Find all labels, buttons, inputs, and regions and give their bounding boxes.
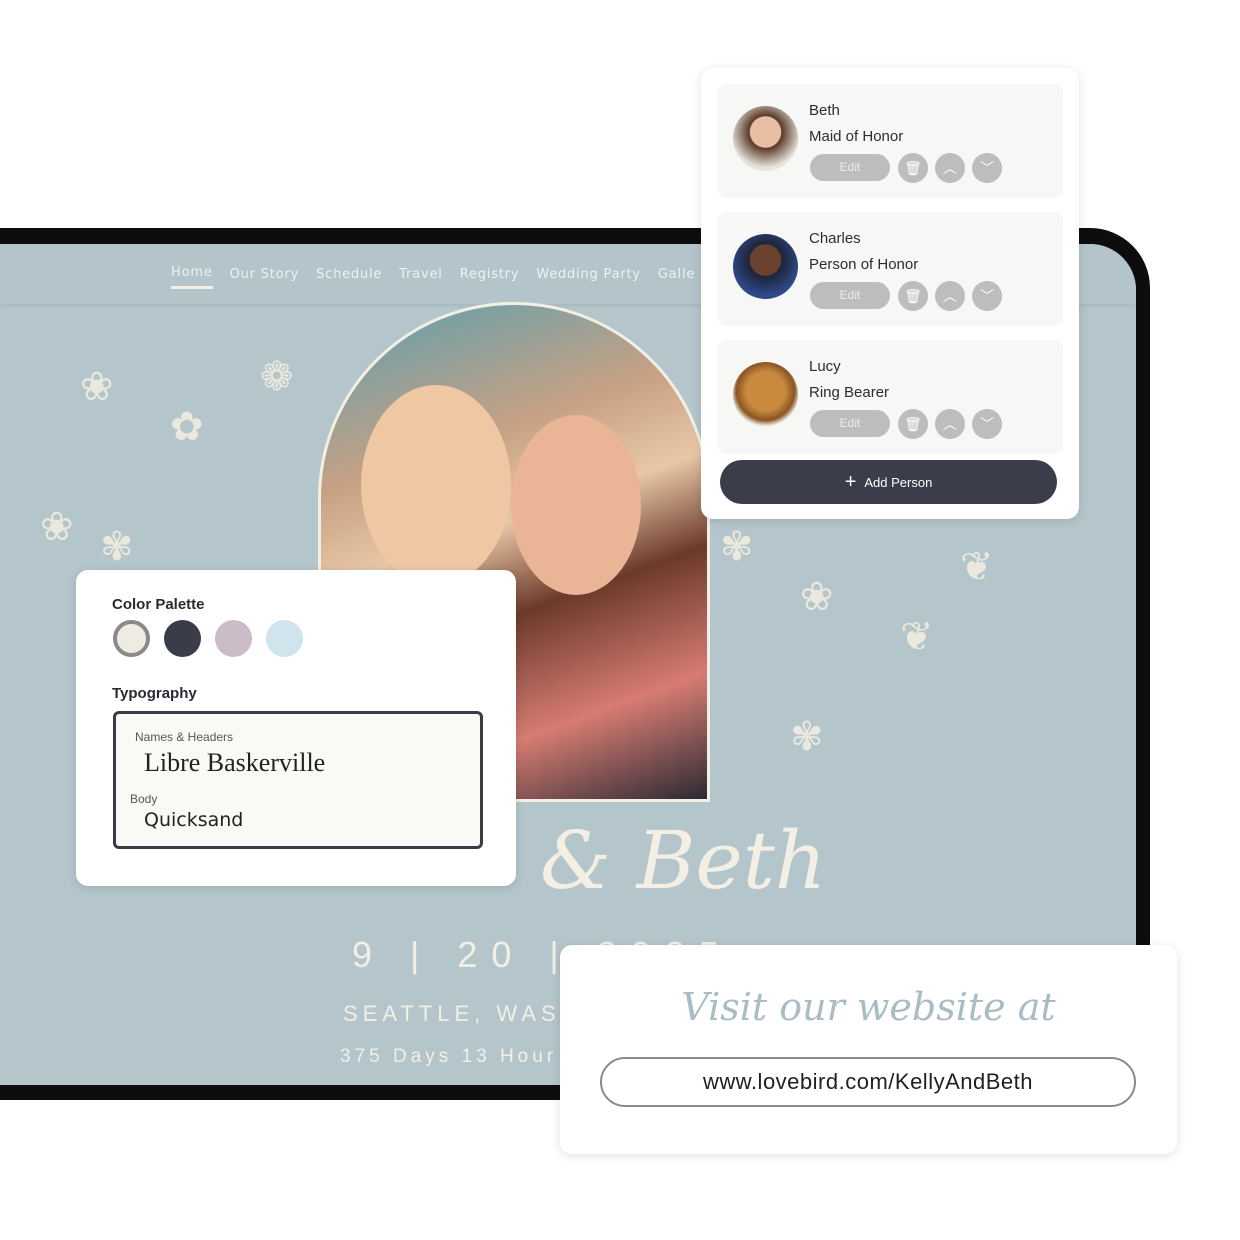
add-person-button[interactable]: + Add Person — [720, 460, 1057, 504]
nav-registry[interactable]: Registry — [460, 267, 520, 282]
nav-home[interactable]: Home — [171, 265, 213, 289]
headers-font: Libre Baskerville — [144, 748, 326, 777]
body-font: Quicksand — [144, 809, 244, 831]
move-up-icon[interactable]: ︿ — [935, 409, 965, 439]
flower-icon: ✾ — [790, 715, 824, 759]
wedding-location: SEATTLE, WASH — [343, 1001, 582, 1026]
color-swatch-mauve[interactable] — [215, 620, 252, 657]
move-down-icon[interactable]: ﹀ — [972, 153, 1002, 183]
nav-wedding-party[interactable]: Wedding Party — [536, 267, 641, 282]
nav-travel[interactable]: Travel — [399, 267, 442, 282]
edit-button[interactable]: Edit — [810, 410, 890, 437]
trash-icon[interactable]: 🗑 — [898, 281, 928, 311]
website-url-card: Visit our website at www.lovebird.com/Ke… — [560, 945, 1177, 1154]
nav-gallery[interactable]: Galle — [658, 267, 695, 282]
headers-label: Names & Headers — [135, 730, 234, 744]
plus-icon: + — [844, 470, 857, 493]
edit-button[interactable]: Edit — [810, 154, 890, 181]
move-up-icon[interactable]: ︿ — [935, 281, 965, 311]
flower-icon: ✾ — [720, 525, 754, 569]
color-swatch-navy[interactable] — [164, 620, 201, 657]
avatar — [733, 106, 798, 171]
move-up-icon[interactable]: ︿ — [935, 153, 965, 183]
avatar — [733, 234, 798, 299]
body-label: Body — [130, 792, 158, 806]
typography-selector[interactable]: Names & Headers Libre Baskerville Body Q… — [113, 711, 483, 849]
color-swatch-blue[interactable] — [266, 620, 303, 657]
flower-icon: ❦ — [900, 615, 934, 659]
person-role: Ring Bearer — [809, 384, 890, 401]
add-person-label: Add Person — [864, 474, 933, 490]
typography-label: Typography — [112, 685, 197, 702]
nav-our-story[interactable]: Our Story — [230, 267, 300, 282]
move-down-icon[interactable]: ﹀ — [972, 409, 1002, 439]
person-row: Charles Person of Honor Edit 🗑 ︿ ﹀ — [718, 212, 1063, 326]
wedding-party-card: Beth Maid of Honor Edit 🗑 ︿ ﹀ Charles Pe… — [701, 68, 1079, 519]
countdown: 375 Days 13 Hour — [340, 1046, 558, 1067]
flower-icon: ❀ — [80, 365, 114, 409]
person-name: Lucy — [809, 358, 841, 375]
person-name: Charles — [809, 230, 861, 247]
color-palette-label: Color Palette — [112, 596, 205, 613]
flower-icon: ✾ — [100, 525, 134, 569]
trash-icon[interactable]: 🗑 — [898, 153, 928, 183]
move-down-icon[interactable]: ﹀ — [972, 281, 1002, 311]
flower-icon: ❀ — [800, 575, 834, 619]
visit-heading: Visit our website at — [681, 985, 1056, 1029]
person-role: Maid of Honor — [809, 128, 904, 145]
flower-icon: ❦ — [960, 545, 994, 589]
flower-icon: ❁ — [260, 355, 294, 399]
person-role: Person of Honor — [809, 256, 919, 273]
person-name: Beth — [809, 102, 840, 119]
person-row: Lucy Ring Bearer Edit 🗑 ︿ ﹀ — [718, 340, 1063, 454]
trash-icon[interactable]: 🗑 — [898, 409, 928, 439]
nav-schedule[interactable]: Schedule — [316, 267, 382, 282]
avatar — [733, 362, 798, 427]
flower-icon: ✿ — [170, 405, 204, 449]
couple-names: & Beth — [540, 814, 827, 907]
edit-button[interactable]: Edit — [810, 282, 890, 309]
website-url[interactable]: www.lovebird.com/KellyAndBeth — [600, 1057, 1136, 1107]
color-swatch-cream[interactable] — [113, 620, 150, 657]
person-row: Beth Maid of Honor Edit 🗑 ︿ ﹀ — [718, 84, 1063, 198]
flower-icon: ❀ — [40, 505, 74, 549]
